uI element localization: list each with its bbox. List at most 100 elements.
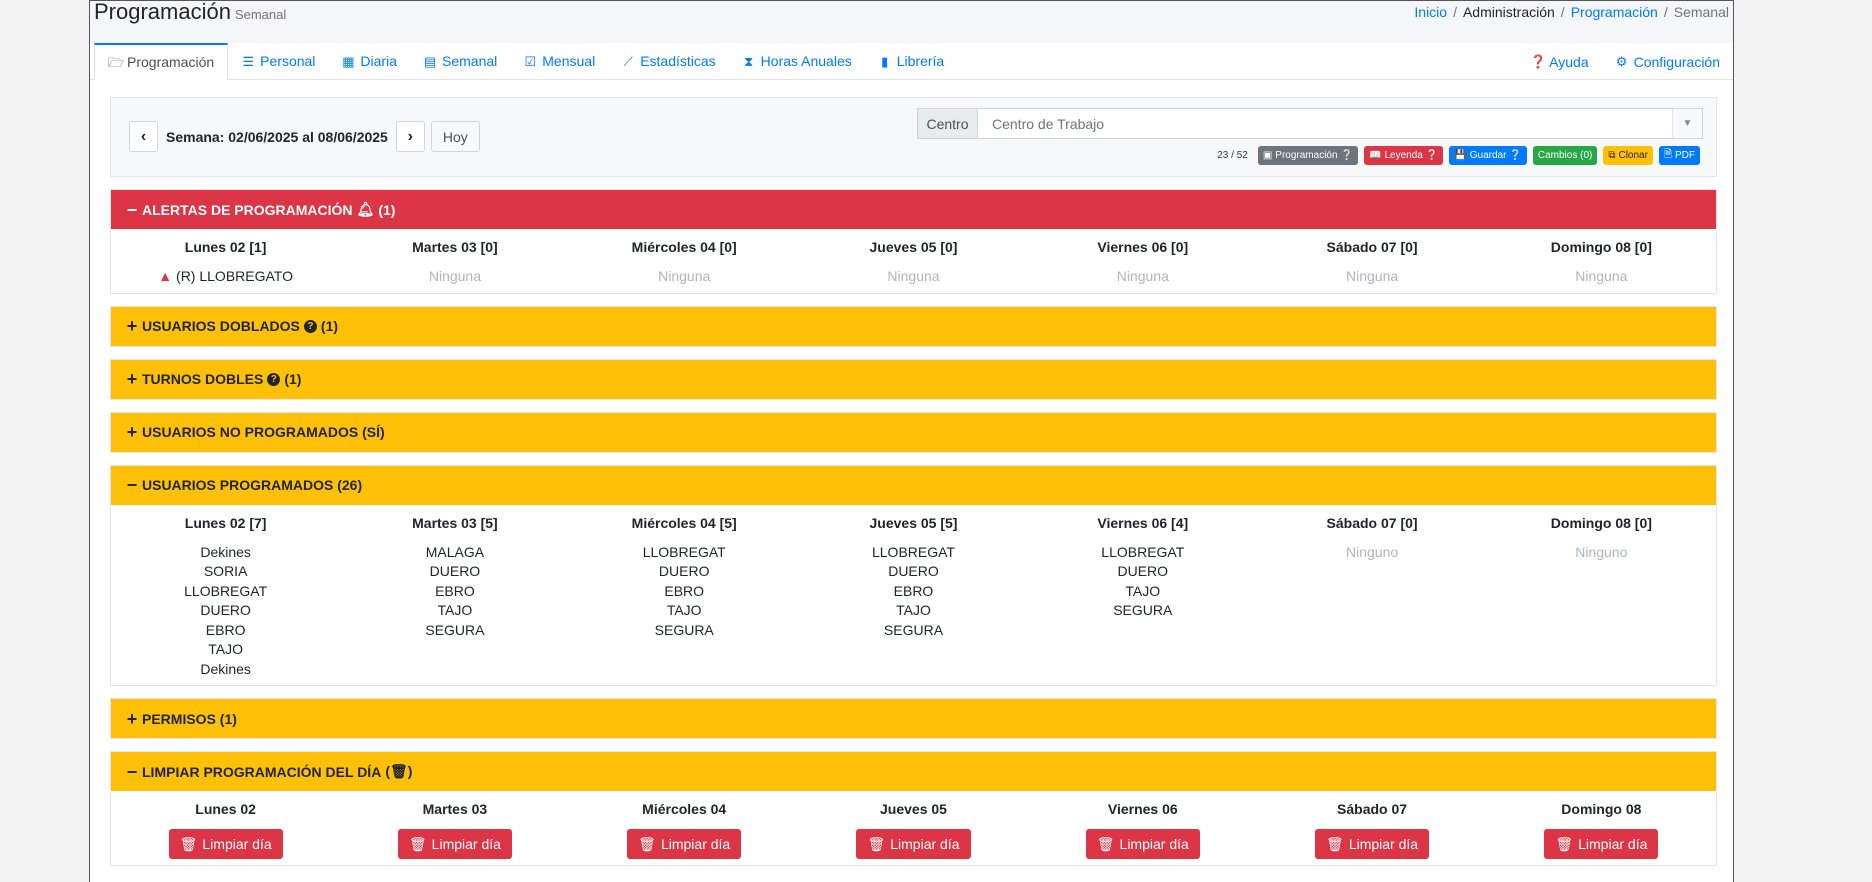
question-circle-icon: ❔ [1340,150,1353,161]
list-item: Ninguna [658,268,711,284]
day-header: Miércoles 04 [5] [631,514,737,531]
programacion-button[interactable]: ▣ Programación ❔ [1257,146,1358,165]
centro-select[interactable]: Centro de Trabajo ▼ [978,108,1703,139]
chevron-right-icon: › [407,127,413,145]
today-button[interactable]: Hoy [430,121,480,152]
tab-estadisticas[interactable]: ⟋ Estadísticas [608,43,728,79]
day-column: Sábado 07 🗑︎ Limpiar día [1257,801,1486,859]
list-item: TAJO [437,602,473,618]
week-counter: 23 / 52 [1217,150,1248,161]
programados-header[interactable]: − USUARIOS PROGRAMADOS (26) [111,465,1716,505]
leyenda-button[interactable]: 📖 Leyenda ❔ [1364,146,1444,165]
prev-week-button[interactable]: ‹ [129,121,158,152]
turnos-dobles-section: + TURNOS DOBLES ? (1) [110,358,1717,400]
minus-icon: − [126,199,138,220]
programados-body: Lunes 02 [7] Dekines SORIA LLOBREGAT DUE… [111,504,1716,685]
breadcrumb-inicio[interactable]: Inicio [1414,4,1447,20]
turnos-dobles-header[interactable]: + TURNOS DOBLES ? (1) [111,359,1716,399]
breadcrumb-separator: / [1663,4,1668,20]
plus-icon: + [126,316,138,336]
trash-icon: 🗑︎ [638,835,656,852]
breadcrumb-administracion: Administración [1462,4,1555,20]
day-column: Domingo 08 [0] Ninguno [1487,515,1716,680]
tab-mensual[interactable]: ☑ Mensual [510,43,608,79]
no-programados-header[interactable]: + USUARIOS NO PROGRAMADOS (SÍ) [111,412,1716,452]
day-header: Sábado 07 [0] [1326,239,1418,255]
list-item: SORIA [203,563,248,579]
trash-icon: (🗑︎) [385,763,413,779]
button-label: Limpiar día [660,836,731,852]
tab-label: Personal [260,53,316,69]
trash-icon: 🗑︎ [408,835,427,852]
alertas-header[interactable]: − ALERTAS DE PROGRAMACIÓN 🔔︎ (1) [111,190,1716,229]
day-column: Lunes 02 [1] ▲ (R) LLOBREGATO [111,239,340,287]
button-label: Guardar [1469,150,1507,161]
alertas-body: Lunes 02 [1] ▲ (R) LLOBREGATO Martes 03 [… [111,229,1716,293]
list-item: TAJO [666,602,702,618]
tab-ayuda[interactable]: ❓ Ayuda [1517,43,1601,80]
guardar-button[interactable]: 💾 Guardar ❔ [1449,146,1527,165]
tab-personal[interactable]: ☰ Personal [228,43,328,79]
limpiar-dia-button[interactable]: 🗑︎ Limpiar día [397,829,512,859]
list-item: Ninguna [1116,268,1169,284]
trash-icon: 🗑︎ [179,835,198,852]
limpiar-dia-button[interactable]: 🗑︎ Limpiar día [1315,829,1430,859]
button-label: Limpiar día [1119,836,1189,852]
list-item: Dekines [200,543,251,560]
question-circle-icon: ? [267,372,281,386]
tab-semanal[interactable]: ▤ Semanal [410,43,510,79]
week-toolbar: ‹ Semana: 02/06/2025 al 08/06/2025 › Hoy… [110,97,1717,177]
limpiar-dia-button[interactable]: 🗑︎ Limpiar día [168,829,283,859]
list-item: SEGURA [654,621,714,638]
tab-libreria[interactable]: ▮ Librería [865,43,957,79]
chevron-down-icon[interactable]: ▼ [1672,109,1702,138]
day-column: Jueves 05 🗑︎ Limpiar día [799,801,1028,859]
cambios-button[interactable]: Cambios (0) [1532,146,1598,165]
limpiar-dia-button[interactable]: 🗑︎ Limpiar día [627,829,742,859]
tab-label: Horas Anuales [760,53,852,69]
page-title: Programación Semanal [94,1,286,26]
list-item: Ninguno [1575,543,1628,560]
button-label: Limpiar día [202,836,272,852]
section-count: (1) [378,201,396,218]
list-item: SEGURA [1113,602,1173,618]
day-column: Miércoles 04 🗑︎ Limpiar día [570,801,799,859]
section-title: ALERTAS DE PROGRAMACIÓN [142,201,353,218]
permisos-section: + PERMISOS (1) [110,698,1717,739]
trash-icon: 🗑︎ [1096,835,1115,852]
tab-label: Librería [896,53,945,69]
permisos-header[interactable]: + PERMISOS (1) [111,699,1716,738]
calendar-week-icon: ▤ [423,53,437,69]
week-navigation: ‹ Semana: 02/06/2025 al 08/06/2025 › Hoy [129,121,480,152]
clonar-button[interactable]: ⧉ Clonar [1603,146,1653,165]
tab-diaria[interactable]: ▦ Diaria [328,43,410,79]
tab-configuracion[interactable]: ⚙ Configuración [1602,43,1733,80]
centro-label: Centro [917,108,978,139]
section-title: USUARIOS NO PROGRAMADOS (SÍ) [142,424,385,440]
limpiar-dia-button[interactable]: 🗑︎ Limpiar día [1085,829,1200,859]
tab-programacion[interactable]: 🗁 Programación [94,43,229,80]
next-week-button[interactable]: › [395,121,425,152]
day-column: Domingo 08 [0] Ninguna [1487,239,1716,287]
tab-horas-anuales[interactable]: ⧗ Horas Anuales [729,43,865,79]
breadcrumb-programacion[interactable]: Programación [1571,4,1658,20]
day-column: Miércoles 04 [0] Ninguna [570,239,799,287]
list-item: EBRO [664,582,705,599]
limpiar-dia-button[interactable]: 🗑︎ Limpiar día [856,829,971,859]
list-item: Dekines [200,660,251,677]
day-header: Sábado 07 [1337,801,1408,817]
minus-icon: − [126,761,138,782]
usuarios-doblados-header[interactable]: + USUARIOS DOBLADOS ? (1) [111,306,1716,346]
button-label: Leyenda [1384,150,1423,161]
list-item: DUERO [1117,563,1169,579]
copy-icon: ⧉ [1608,150,1616,161]
plus-icon: + [126,708,138,729]
centro-select-group: Centro Centro de Trabajo ▼ [917,108,1703,139]
breadcrumb-separator: / [1453,4,1457,20]
day-column: Miércoles 04 [5] LLOBREGAT DUERO EBRO TA… [570,515,799,680]
limpiar-dia-button[interactable]: 🗑︎ Limpiar día [1544,829,1659,859]
pdf-button[interactable]: 🗎 PDF [1658,146,1700,165]
limpiar-header[interactable]: − LIMPIAR PROGRAMACIÓN DEL DÍA (🗑︎) [111,752,1716,791]
list-item: EBRO [205,621,246,638]
plus-icon: + [126,422,138,442]
